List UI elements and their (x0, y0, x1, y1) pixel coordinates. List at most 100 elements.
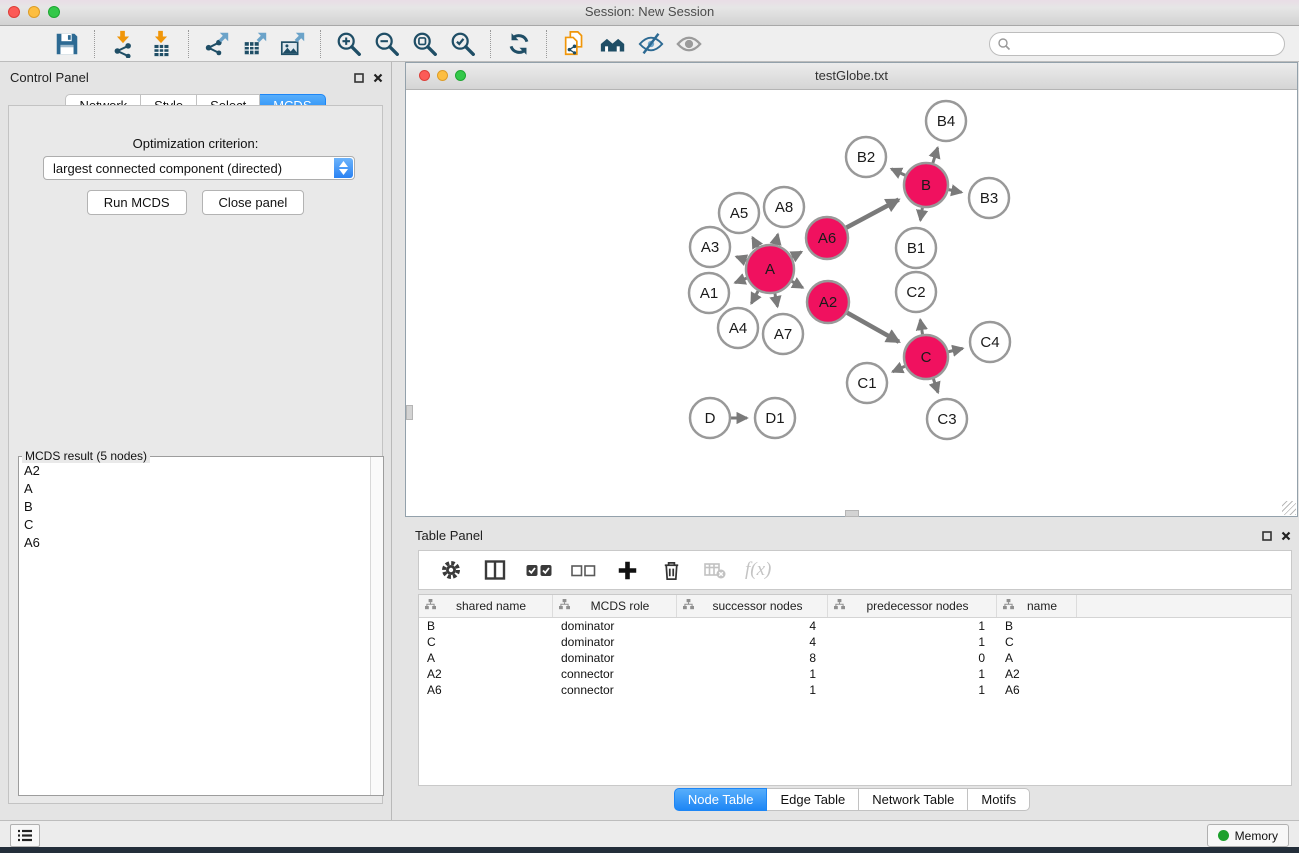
graph-edge-B-B4[interactable] (933, 148, 938, 163)
graph-edge-A-A3[interactable] (736, 257, 746, 261)
close-panel-icon[interactable] (373, 70, 383, 88)
graph-edge-B-B3[interactable] (949, 190, 962, 193)
table-row[interactable]: A2connector11A2 (419, 666, 1291, 682)
open-session-button[interactable] (13, 28, 45, 60)
table-cell[interactable]: B (997, 619, 1077, 633)
memory-button[interactable]: Memory (1207, 824, 1289, 847)
close-panel-button[interactable]: Close panel (202, 190, 305, 215)
graph-edge-A6-B[interactable] (846, 200, 898, 228)
table-row[interactable]: Cdominator41C (419, 634, 1291, 650)
task-history-button[interactable] (10, 824, 40, 847)
graph-edge-A2-C[interactable] (847, 313, 899, 342)
export-network-button[interactable] (201, 28, 233, 60)
network-canvas[interactable]: B4B2BB3A5A8A6B1A3AA1C2A2A4A7C4CC1C3DD1 (406, 90, 1297, 516)
mcds-result-item[interactable]: A6 (19, 533, 371, 551)
tab-motifs[interactable]: Motifs (968, 788, 1030, 811)
table-cell[interactable]: 1 (677, 667, 828, 681)
table-cell[interactable]: 1 (677, 683, 828, 697)
table-cell[interactable]: A (997, 651, 1077, 665)
table-cell[interactable]: A6 (419, 683, 553, 697)
table-cell[interactable]: 8 (677, 651, 828, 665)
tab-node-table[interactable]: Node Table (674, 788, 768, 811)
table-cell[interactable]: 4 (677, 635, 828, 649)
table-cell[interactable]: dominator (553, 651, 677, 665)
deselect-all-checkboxes-icon[interactable] (567, 554, 599, 586)
graph-edge-A-A7[interactable] (775, 294, 778, 307)
graph-edge-A-A8[interactable] (776, 234, 778, 244)
table-row[interactable]: Bdominator41B (419, 618, 1291, 634)
graph-edge-B-B2[interactable] (891, 169, 905, 175)
table-row[interactable]: Adominator80A (419, 650, 1291, 666)
graph-edge-A-A1[interactable] (735, 278, 747, 283)
mcds-result-item[interactable]: A (19, 479, 371, 497)
export-image-button[interactable] (277, 28, 309, 60)
criterion-dropdown[interactable]: largest connected component (directed) (43, 156, 355, 180)
birdseye-left-handle[interactable] (406, 405, 413, 420)
table-cell[interactable]: A6 (997, 683, 1077, 697)
column-header-successor-nodes[interactable]: successor nodes (677, 595, 828, 617)
table-cell[interactable]: connector (553, 667, 677, 681)
import-table-button[interactable] (145, 28, 177, 60)
graph-edge-C-C1[interactable] (893, 366, 905, 371)
column-header-shared-name[interactable]: shared name (419, 595, 553, 617)
export-table-button[interactable] (239, 28, 271, 60)
run-mcds-button[interactable]: Run MCDS (87, 190, 187, 215)
graph-edge-A-A5[interactable] (753, 237, 758, 247)
table-cell[interactable]: 1 (828, 635, 997, 649)
hide-graphics-details-button[interactable] (635, 28, 667, 60)
refresh-button[interactable] (503, 28, 535, 60)
table-cell[interactable]: dominator (553, 635, 677, 649)
table-row[interactable]: A6connector11A6 (419, 682, 1291, 698)
table-cell[interactable]: C (419, 635, 553, 649)
graph-edge-C-C4[interactable] (948, 348, 962, 351)
table-cell[interactable]: A2 (997, 667, 1077, 681)
table-cell[interactable]: 1 (828, 683, 997, 697)
add-column-icon[interactable] (611, 554, 643, 586)
column-header-predecessor-nodes[interactable]: predecessor nodes (828, 595, 997, 617)
tab-edge-table[interactable]: Edge Table (767, 788, 859, 811)
show-graphics-details-button[interactable] (673, 28, 705, 60)
window-resize-grip[interactable] (1282, 501, 1296, 515)
zoom-fit-button[interactable] (409, 28, 441, 60)
tab-network-table[interactable]: Network Table (859, 788, 968, 811)
column-header-MCDS-role[interactable]: MCDS role (553, 595, 677, 617)
birdseye-bottom-handle[interactable] (845, 510, 859, 517)
new-network-from-selection-button[interactable] (559, 28, 591, 60)
float-panel-icon[interactable] (354, 70, 364, 88)
mcds-result-item[interactable]: A2 (19, 461, 371, 479)
graph-edge-B-B1[interactable] (920, 208, 922, 221)
graph-edge-A-A4[interactable] (751, 291, 758, 303)
zoom-out-button[interactable] (371, 28, 403, 60)
zoom-selected-button[interactable] (447, 28, 479, 60)
mcds-result-scrollbar[interactable] (370, 457, 383, 795)
table-cell[interactable]: connector (553, 683, 677, 697)
graph-edge-C-C3[interactable] (933, 379, 938, 393)
save-session-button[interactable] (51, 28, 83, 60)
table-cell[interactable]: 4 (677, 619, 828, 633)
table-cell[interactable]: C (997, 635, 1077, 649)
close-panel-icon[interactable] (1281, 528, 1291, 546)
table-cell[interactable]: A (419, 651, 553, 665)
float-panel-icon[interactable] (1262, 528, 1272, 546)
settings-gear-icon[interactable] (435, 554, 467, 586)
import-network-button[interactable] (107, 28, 139, 60)
column-header-name[interactable]: name (997, 595, 1077, 617)
select-all-checkboxes-icon[interactable] (523, 554, 555, 586)
column-selector-icon[interactable] (479, 554, 511, 586)
graph-edge-C-C2[interactable] (920, 320, 922, 335)
table-cell[interactable]: 0 (828, 651, 997, 665)
table-cell[interactable]: dominator (553, 619, 677, 633)
search-input[interactable] (989, 32, 1285, 56)
mcds-result-item[interactable]: B (19, 497, 371, 515)
delete-column-icon[interactable] (655, 554, 687, 586)
table-cell[interactable]: 1 (828, 619, 997, 633)
table-cell[interactable]: B (419, 619, 553, 633)
table-cell[interactable]: 1 (828, 667, 997, 681)
mcds-result-item[interactable]: C (19, 515, 371, 533)
mcds-result-list[interactable]: A2ABCA6 (19, 461, 371, 795)
zoom-in-button[interactable] (333, 28, 365, 60)
graph-edge-A-A6[interactable] (792, 252, 802, 257)
table-cell[interactable]: A2 (419, 667, 553, 681)
home-button[interactable] (597, 28, 629, 60)
graph-edge-A-A2[interactable] (792, 281, 803, 287)
